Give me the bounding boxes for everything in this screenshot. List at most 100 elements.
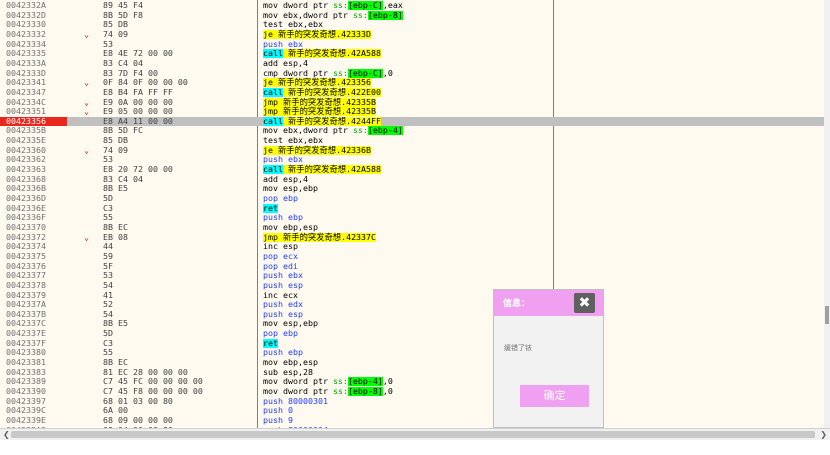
instruction-token: push <box>263 270 283 281</box>
instruction-token: 新手的突发奇想.4244FF <box>282 115 382 126</box>
instruction-token: ss: <box>352 125 368 136</box>
scroll-right-icon[interactable]: ❯ <box>820 429 827 440</box>
instruction-token: ebp <box>282 347 303 358</box>
instruction-token: 新手的突发奇想.422E00 <box>282 86 382 97</box>
instruction-token: je <box>263 77 273 88</box>
info-dialog: 信息： ✖ 缓错了铱 确定 <box>493 289 604 428</box>
instruction-token: ret <box>263 337 278 348</box>
instruction-token: pop <box>263 260 278 271</box>
dialog-titlebar: 信息： ✖ <box>494 290 603 316</box>
disasm-row[interactable]: 0042337C 8B E5 mov esp,ebp <box>0 319 824 329</box>
instruction-token: 新手的突发奇想.42A588 <box>282 48 382 59</box>
instruction-token: push <box>263 405 283 416</box>
instruction-token: mov dword ptr <box>263 0 333 10</box>
instruction-token: sub esp,28 <box>263 366 313 377</box>
instruction-token: pop <box>263 193 278 203</box>
disassembly-view[interactable]: 0042332A 89 45 F4 mov dword ptr ss:[ebp-C]… <box>0 0 824 428</box>
instruction-token: ,0 <box>382 386 393 396</box>
disasm-row[interactable]: 0042336D 5D pop ebp <box>0 193 824 204</box>
instruction-token: call <box>263 48 283 59</box>
scroll-left-icon[interactable]: ❮ <box>3 429 10 440</box>
instruction-token: 9 <box>282 414 293 425</box>
instruction-token: mov dword ptr <box>263 386 333 396</box>
instruction-token: [ebp-4] <box>347 376 383 387</box>
disasm-row[interactable]: 00423379 41 inc ecx <box>0 289 824 301</box>
instruction-token: jmp <box>263 106 278 117</box>
dialog-message: 缓错了铱 <box>504 344 532 352</box>
instruction-token: je <box>263 28 273 39</box>
instruction-token: ss: <box>332 386 348 396</box>
instruction-token: mov ebx,dword ptr <box>263 9 353 20</box>
disasm-row[interactable]: 00423372 ⌄ EB 08 jmp 新手的突发奇想.42337C <box>0 231 824 243</box>
instruction-token: ebp <box>278 193 298 203</box>
instruction-token: 新手的突发奇想.42A588 <box>282 164 382 175</box>
instruction-token: jmp <box>263 96 278 107</box>
instruction-token: inc ecx <box>263 289 298 300</box>
instruction-token: ss: <box>332 376 348 387</box>
instruction-token: 新手的突发奇想.42335B <box>278 106 377 117</box>
instruction-token: ss: <box>352 9 368 20</box>
instruction-token: 新手的突发奇想.42337C <box>278 231 377 242</box>
instruction-token: esp <box>282 279 303 290</box>
instruction-token: mov ebp,esp <box>263 221 318 232</box>
jump-arrow-icon: ⌄ <box>84 144 89 155</box>
horizontal-scrollbar-thumb[interactable] <box>11 431 815 438</box>
disasm-row[interactable]: 0042336E C3 ret <box>0 202 824 214</box>
instruction-token: ,eax <box>382 0 403 10</box>
jump-arrow-icon: ⌄ <box>84 231 89 242</box>
instruction-token: call <box>263 86 283 97</box>
instruction-token: 新手的突发奇想.42333D <box>273 28 372 39</box>
instruction-token: push <box>263 395 283 406</box>
instruction-token: add esp,4 <box>263 173 308 184</box>
instruction-token: push <box>263 347 283 358</box>
close-icon[interactable]: ✖ <box>574 293 595 313</box>
instruction-token: [ebp-C] <box>347 0 383 10</box>
instruction-token: inc esp <box>263 241 298 252</box>
dialog-title: 信息： <box>503 299 531 309</box>
instruction-token: [ebp-C] <box>347 67 383 78</box>
instruction-token: ret <box>263 202 278 213</box>
instruction-token: mov ebx,dword ptr <box>263 125 353 136</box>
instruction-token: mov esp,ebp <box>263 183 318 194</box>
instruction-token: mov esp,ebp <box>263 318 318 329</box>
instruction-token: mov dword ptr <box>263 376 333 387</box>
jump-arrow-icon: ⌄ <box>84 77 89 88</box>
instruction-token: ss: <box>332 0 348 10</box>
instruction-token: edi <box>278 260 298 271</box>
disasm-row[interactable]: 0042337E 5D pop ebp <box>0 328 824 339</box>
instruction-token: mov ebp,esp <box>263 357 318 368</box>
instruction-token: push <box>263 279 283 290</box>
disasm-row[interactable]: 0042337F C3 ret <box>0 337 824 349</box>
disasm-row[interactable]: 00423332 ⌄ 74 09 je 新手的突发奇想.42333D <box>0 28 824 40</box>
instruction-token: pop <box>263 328 278 339</box>
instruction-token: [ebp-8] <box>367 9 403 20</box>
instruction-token: 新手的突发奇想.423356 <box>273 77 372 88</box>
instruction-token: 新手的突发奇想.42336B <box>273 144 372 155</box>
instruction-token: push <box>263 308 283 319</box>
disasm-row[interactable]: 00423375 59 pop ecx <box>0 250 824 262</box>
instruction-token: 80000301 <box>282 395 328 406</box>
disasm-row[interactable]: 00423374 44 inc esp <box>0 242 824 252</box>
instruction-token: ecx <box>278 250 298 261</box>
disasm-row[interactable]: 0042336B 8B E5 mov esp,ebp <box>0 184 824 194</box>
disasm-row[interactable]: 0042337A 52 push edx <box>0 299 824 310</box>
instruction-token: call <box>263 115 283 126</box>
disasm-row[interactable]: 00423377 53 push ebx <box>0 271 824 281</box>
disasm-row[interactable]: 00423378 54 push esp <box>0 279 824 291</box>
vertical-scrollbar-thumb[interactable] <box>825 306 829 324</box>
instruction-token: esp <box>282 308 303 319</box>
instruction-token: [ebp-4] <box>367 125 403 136</box>
instruction-token: push <box>263 212 283 223</box>
horizontal-scrollbar[interactable]: ❮ ❯ <box>0 428 830 440</box>
instruction-token: ebx <box>282 270 303 281</box>
instruction-token: ebp <box>278 328 298 339</box>
jump-arrow-icon: ⌄ <box>84 106 89 117</box>
disasm-row[interactable]: 00423376 5F pop edi <box>0 260 824 272</box>
instruction-token: edx <box>282 299 303 310</box>
disasm-row[interactable]: 00423360 ⌄ 74 09 je 新手的突发奇想.42336B <box>0 144 824 156</box>
ok-button[interactable]: 确定 <box>520 385 589 407</box>
instruction-token: ebx <box>282 38 303 49</box>
vertical-scrollbar[interactable] <box>824 0 830 428</box>
instruction-token: ebp <box>282 212 303 223</box>
instruction-token: pop <box>263 250 278 261</box>
